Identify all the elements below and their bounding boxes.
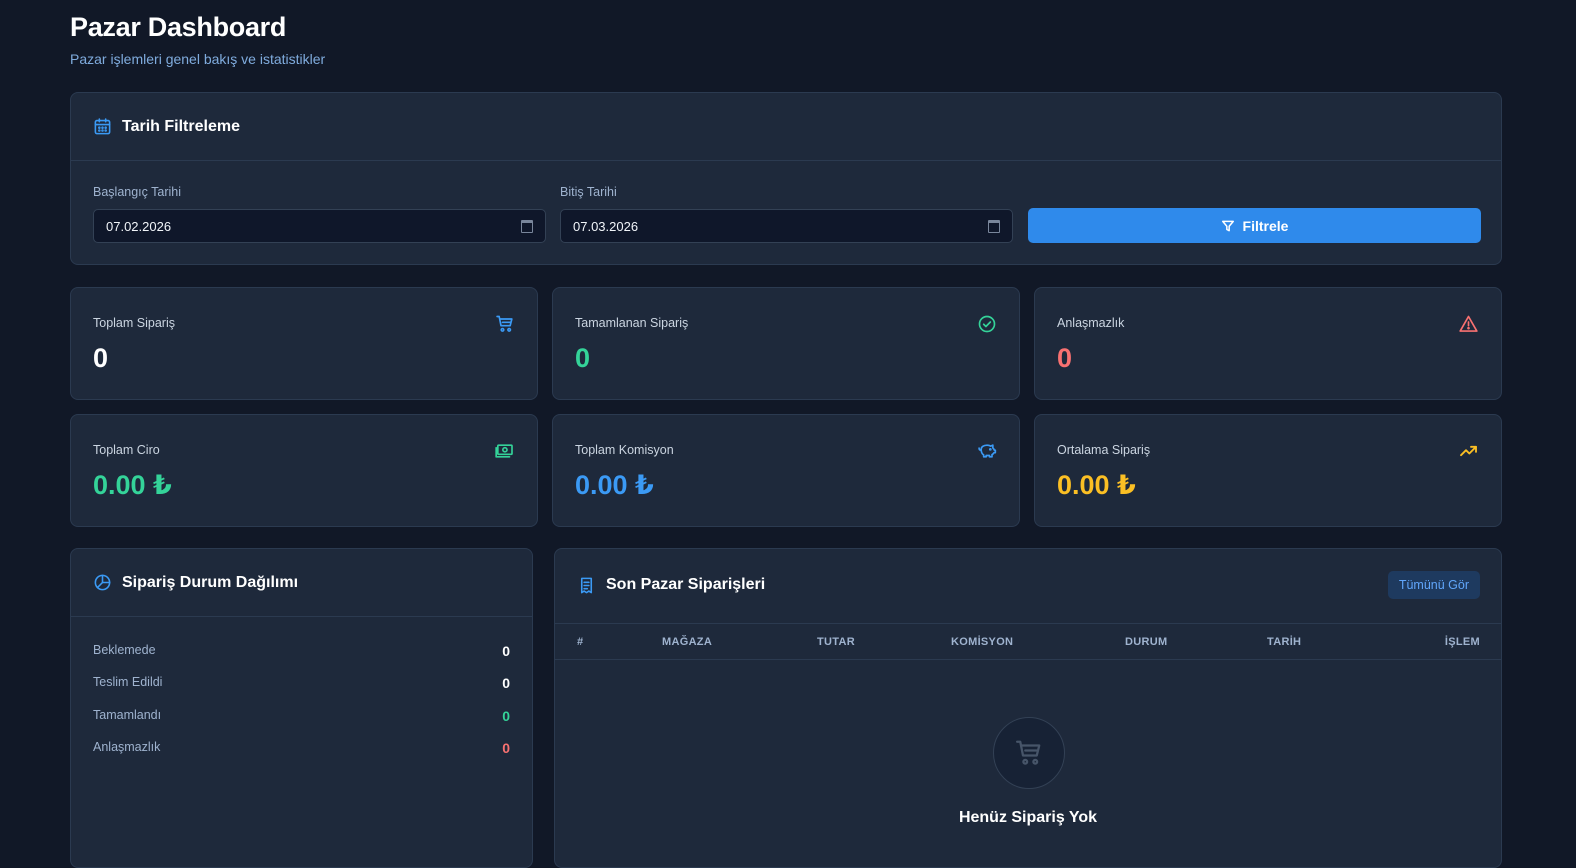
stat-card-average-order: Ortalama Sipariş 0.00 ₺ — [1034, 414, 1502, 527]
page-title: Pazar Dashboard — [70, 12, 287, 42]
column-header[interactable]: MAĞAZA — [662, 636, 712, 648]
stat-label: Toplam Sipariş — [93, 316, 175, 330]
distribution-row: Teslim Edildi 0 — [93, 675, 510, 691]
distribution-label: Tamamlandı — [93, 708, 162, 722]
empty-state-circle — [993, 717, 1065, 789]
warning-icon — [1458, 314, 1479, 334]
end-date-input[interactable]: 07.03.2026 — [560, 209, 1013, 243]
money-icon — [494, 441, 515, 461]
distribution-header: Sipariş Durum Dağılımı — [71, 549, 532, 617]
stat-value: 0 — [93, 343, 109, 373]
stat-value: 0 — [575, 343, 591, 373]
receipt-icon — [577, 576, 596, 595]
date-filter-header: Tarih Filtreleme — [71, 93, 1501, 161]
start-date-input[interactable]: 07.02.2026 — [93, 209, 546, 243]
calendar-picker-icon[interactable] — [988, 219, 1000, 233]
empty-state-title: Henüz Sipariş Yok — [958, 809, 1098, 826]
recent-orders-card: Son Pazar Siparişleri Tümünü Gör # MAĞAZ… — [554, 548, 1502, 868]
filter-button-label: Filtrele — [1242, 217, 1289, 234]
piggy-bank-icon — [977, 441, 997, 461]
distribution-row: Tamamlandı 0 — [93, 708, 510, 724]
end-date-label: Bitiş Tarihi — [560, 185, 617, 199]
stat-label: Toplam Komisyon — [575, 443, 674, 457]
stat-card-total-commission: Toplam Komisyon 0.00 ₺ — [552, 414, 1020, 527]
distribution-value: 0 — [502, 740, 510, 756]
column-header[interactable]: TUTAR — [817, 636, 855, 648]
distribution-row: Beklemede 0 — [93, 643, 510, 659]
column-header[interactable]: KOMİSYON — [951, 636, 1013, 648]
distribution-value: 0 — [502, 643, 510, 659]
pie-chart-icon — [93, 573, 112, 592]
stat-card-total-revenue: Toplam Ciro 0.00 ₺ — [70, 414, 538, 527]
distribution-value: 0 — [502, 675, 510, 691]
stat-label: Anlaşmazlık — [1057, 316, 1125, 330]
trending-up-icon — [1458, 441, 1479, 461]
funnel-icon — [1221, 219, 1235, 233]
distribution-label: Teslim Edildi — [93, 675, 163, 689]
orders-header: Son Pazar Siparişleri — [555, 549, 1501, 621]
distribution-label: Anlaşmazlık — [93, 740, 161, 754]
end-date-value: 07.03.2026 — [573, 218, 639, 234]
view-all-button[interactable]: Tümünü Gör — [1387, 571, 1480, 599]
stat-label: Tamamlanan Sipariş — [575, 316, 689, 330]
stat-value: 0.00 ₺ — [1057, 470, 1136, 500]
distribution-value: 0 — [502, 708, 510, 724]
calendar-icon — [93, 117, 112, 136]
start-date-label: Başlangıç Tarihi — [93, 185, 182, 199]
stat-value: 0.00 ₺ — [575, 470, 654, 500]
stat-value: 0.00 ₺ — [93, 470, 172, 500]
stat-card-completed-orders: Tamamlanan Sipariş 0 — [552, 287, 1020, 400]
stat-card-total-orders: Toplam Sipariş 0 — [70, 287, 538, 400]
orders-title: Son Pazar Siparişleri — [606, 576, 766, 593]
calendar-picker-icon[interactable] — [521, 219, 533, 233]
start-date-value: 07.02.2026 — [106, 218, 172, 234]
stat-card-disputes: Anlaşmazlık 0 — [1034, 287, 1502, 400]
column-header[interactable]: # — [577, 636, 583, 648]
distribution-row: Anlaşmazlık 0 — [93, 740, 510, 756]
orders-table-header: # MAĞAZA TUTAR KOMİSYON DURUM TARİH İŞLE… — [555, 623, 1501, 660]
column-header[interactable]: DURUM — [1125, 636, 1167, 648]
cart-icon — [495, 314, 515, 334]
stat-label: Toplam Ciro — [93, 443, 160, 457]
page-subtitle: Pazar işlemleri genel bakış ve istatisti… — [70, 51, 326, 67]
date-filter-title: Tarih Filtreleme — [122, 117, 240, 135]
column-header[interactable]: İŞLEM — [1445, 636, 1480, 648]
order-status-distribution-card: Sipariş Durum Dağılımı Beklemede 0 Tesli… — [70, 548, 533, 868]
date-filter-card: Tarih Filtreleme Başlangıç Tarihi 07.02.… — [70, 92, 1502, 265]
cart-icon — [1014, 738, 1044, 768]
distribution-label: Beklemede — [93, 643, 156, 657]
check-circle-icon — [977, 314, 997, 334]
column-header[interactable]: TARİH — [1267, 636, 1301, 648]
stat-label: Ortalama Sipariş — [1057, 443, 1151, 457]
distribution-title: Sipariş Durum Dağılımı — [122, 573, 299, 591]
filter-button[interactable]: Filtrele — [1028, 208, 1481, 243]
stat-value: 0 — [1057, 343, 1073, 373]
